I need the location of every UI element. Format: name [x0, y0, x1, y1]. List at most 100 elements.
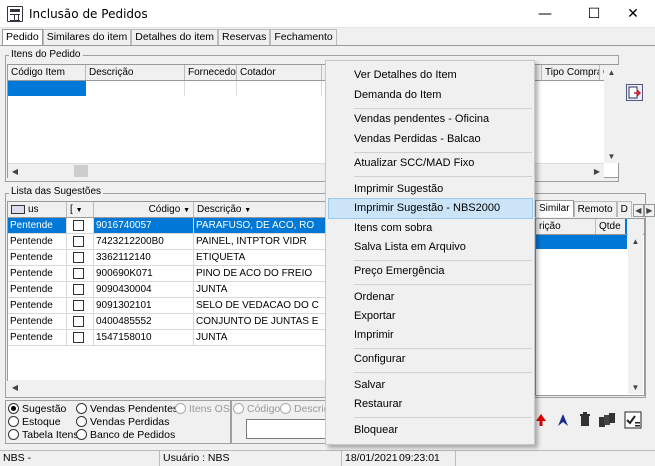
tab-detalhes[interactable]: Detalhes do item [131, 29, 219, 45]
scroll-thumb[interactable] [74, 165, 88, 177]
scroll-up-icon[interactable]: ▲ [629, 234, 643, 248]
similar-selected-row[interactable] [536, 235, 627, 249]
radio-icon [233, 403, 244, 414]
trash-icon[interactable] [578, 412, 592, 428]
radio-tabela-itens[interactable]: Tabela Itens [8, 429, 79, 441]
table-row[interactable]: Pentende 9016740057 PARAFUSO, DE ACO, RO [8, 218, 326, 234]
similar-vscroll[interactable]: ▲ ▼ [628, 234, 643, 394]
col-codigo-item[interactable]: Código Item [8, 65, 86, 80]
col-fornecedor[interactable]: Fornecedor [185, 65, 237, 80]
status-bar: NBS - Usuário : NBS 18/01/2021 09:23:01 [0, 450, 655, 466]
tab-pedido[interactable]: Pedido [2, 29, 43, 46]
close-button[interactable]: ✕ [611, 0, 655, 28]
scroll-right-icon[interactable]: ▶ [590, 164, 604, 178]
menu-item-imprimir-sugestao[interactable]: Imprimir Sugestão [328, 179, 533, 200]
radio-banco-pedidos[interactable]: Banco de Pedidos [76, 429, 175, 441]
menu-item-imprimir[interactable]: Imprimir [328, 325, 533, 346]
sugestoes-grid[interactable]: us [ ▼ Código ▼ Descrição ▼ Pentende 901… [7, 201, 327, 381]
row-checkbox[interactable] [73, 332, 84, 343]
table-row[interactable]: Pentende 3362112140 ETIQUETA [8, 250, 326, 266]
menu-item-imprimir-nbs2000[interactable]: Imprimir Sugestão - NBS2000 [328, 198, 533, 219]
radio-codigo[interactable]: Código [233, 403, 280, 415]
minimize-button[interactable]: — [523, 0, 567, 28]
row-checkbox[interactable] [73, 236, 84, 247]
menu-item-ordenar[interactable]: Ordenar [328, 287, 533, 308]
menu-item-bloquear[interactable]: Bloquear [328, 420, 533, 441]
col-tipo-compra[interactable]: Tipo Compra [542, 65, 600, 80]
scroll-up-icon[interactable]: ▲ [605, 65, 619, 79]
radio-itens-os[interactable]: Itens OS [175, 403, 230, 415]
export-icon[interactable] [626, 84, 643, 101]
row-checkbox[interactable] [73, 220, 84, 231]
scroll-left-icon[interactable]: ◀ [8, 381, 22, 395]
menu-item-itens-sobra[interactable]: Itens com sobra [328, 218, 533, 239]
sugestoes-hscroll[interactable]: ◀ [8, 380, 326, 395]
arrow-up-blue-icon[interactable] [556, 412, 570, 428]
tab-similar[interactable]: Similar [535, 200, 574, 217]
tab-left-icon[interactable]: ◀ [632, 204, 644, 217]
menu-separator [354, 417, 532, 418]
itens-vscroll[interactable]: ▲ ▼ [604, 65, 619, 163]
tab-remoto[interactable]: Remoto [573, 201, 617, 217]
radio-icon [8, 403, 19, 414]
row-checkbox[interactable] [73, 316, 84, 327]
col-cotador[interactable]: Cotador [237, 65, 322, 80]
scroll-down-icon[interactable]: ▼ [605, 149, 619, 163]
checklist-icon[interactable] [624, 411, 642, 429]
menu-item-atualizar-scc[interactable]: Atualizar SCC/MAD Fixo [328, 153, 533, 174]
radio-descricao[interactable]: Descriç [280, 403, 325, 415]
col-codigo[interactable]: Código ▼ [94, 202, 194, 217]
col-descricao-sug[interactable]: Descrição ▼ [194, 202, 326, 217]
menu-item-salvar[interactable]: Salvar [328, 375, 533, 396]
row-checkbox[interactable] [73, 284, 84, 295]
row-checkbox[interactable] [73, 252, 84, 263]
col-check[interactable]: [ ▼ [67, 202, 94, 217]
table-row[interactable]: Pentende 900690K071 PINO DE ACO DO FREIO [8, 266, 326, 282]
table-row[interactable]: Pentende 1547158010 JUNTA [8, 330, 326, 346]
table-row[interactable]: Pentende 7423212200B0 PAINEL, INTPTOR VI… [8, 234, 326, 250]
search-input[interactable] [246, 419, 326, 439]
selected-cell[interactable] [8, 81, 86, 96]
radio-vendas-pendentes[interactable]: Vendas Pendentes [76, 403, 178, 415]
menu-item-vendas-perdidas[interactable]: Vendas Perdidas - Balcao [328, 129, 533, 150]
radio-icon [8, 416, 19, 427]
menu-item-preco-emergencia[interactable]: Preço Emergência [328, 261, 533, 282]
radio-icon [280, 403, 291, 414]
similar-grid-header: rição Qtde [536, 219, 644, 235]
menu-item-demanda[interactable]: Demanda do Item [328, 85, 533, 106]
tab-right-icon[interactable]: ▶ [643, 204, 655, 217]
itens-legend: Itens do Pedido [9, 49, 83, 60]
menu-separator [354, 284, 532, 285]
scroll-left-icon[interactable]: ◀ [8, 164, 22, 178]
radio-vendas-perdidas[interactable]: Vendas Perdidas [76, 416, 169, 428]
menu-item-ver-detalhes[interactable]: Ver Detalhes do Item [328, 65, 533, 86]
radio-sugestao[interactable]: Sugestão [8, 403, 66, 415]
right-tabs: Similar Remoto D ◀ ▶ [535, 200, 655, 217]
tab-similares[interactable]: Similares do item [42, 29, 132, 45]
col-descricao-sim[interactable]: rição [536, 219, 596, 234]
radio-icon [76, 416, 87, 427]
col-descricao[interactable]: Descrição [86, 65, 185, 80]
menu-item-exportar[interactable]: Exportar [328, 306, 533, 327]
radio-estoque[interactable]: Estoque [8, 416, 61, 428]
table-row[interactable]: Pentende 9090430004 JUNTA [8, 282, 326, 298]
tab-fechamento[interactable]: Fechamento [270, 29, 337, 45]
table-row[interactable]: Pentende 0400485552 CONJUNTO DE JUNTAS E [8, 314, 326, 330]
tab-d[interactable]: D [616, 201, 632, 217]
context-menu: Ver Detalhes do Item Demanda do Item Ven… [325, 60, 535, 445]
row-checkbox[interactable] [73, 300, 84, 311]
arrow-up-red-icon[interactable] [534, 412, 548, 428]
col-qtde[interactable]: Qtde [596, 219, 627, 234]
menu-item-vendas-pendentes[interactable]: Vendas pendentes - Oficina [328, 109, 533, 130]
col-status[interactable]: us [8, 202, 67, 217]
menu-item-configurar[interactable]: Configurar [328, 349, 533, 370]
scroll-down-icon[interactable]: ▼ [629, 380, 643, 394]
radio-icon [8, 429, 19, 440]
maximize-button[interactable]: ☐ [572, 0, 616, 28]
menu-item-salva-lista[interactable]: Salva Lista em Arquivo [328, 237, 533, 258]
table-row[interactable]: Pentende 9091302101 SELO DE VEDACAO DO C [8, 298, 326, 314]
trash-multiple-icon[interactable] [598, 411, 616, 429]
tab-reservas[interactable]: Reservas [218, 29, 271, 45]
row-checkbox[interactable] [73, 268, 84, 279]
menu-item-restaurar[interactable]: Restaurar [328, 394, 533, 415]
